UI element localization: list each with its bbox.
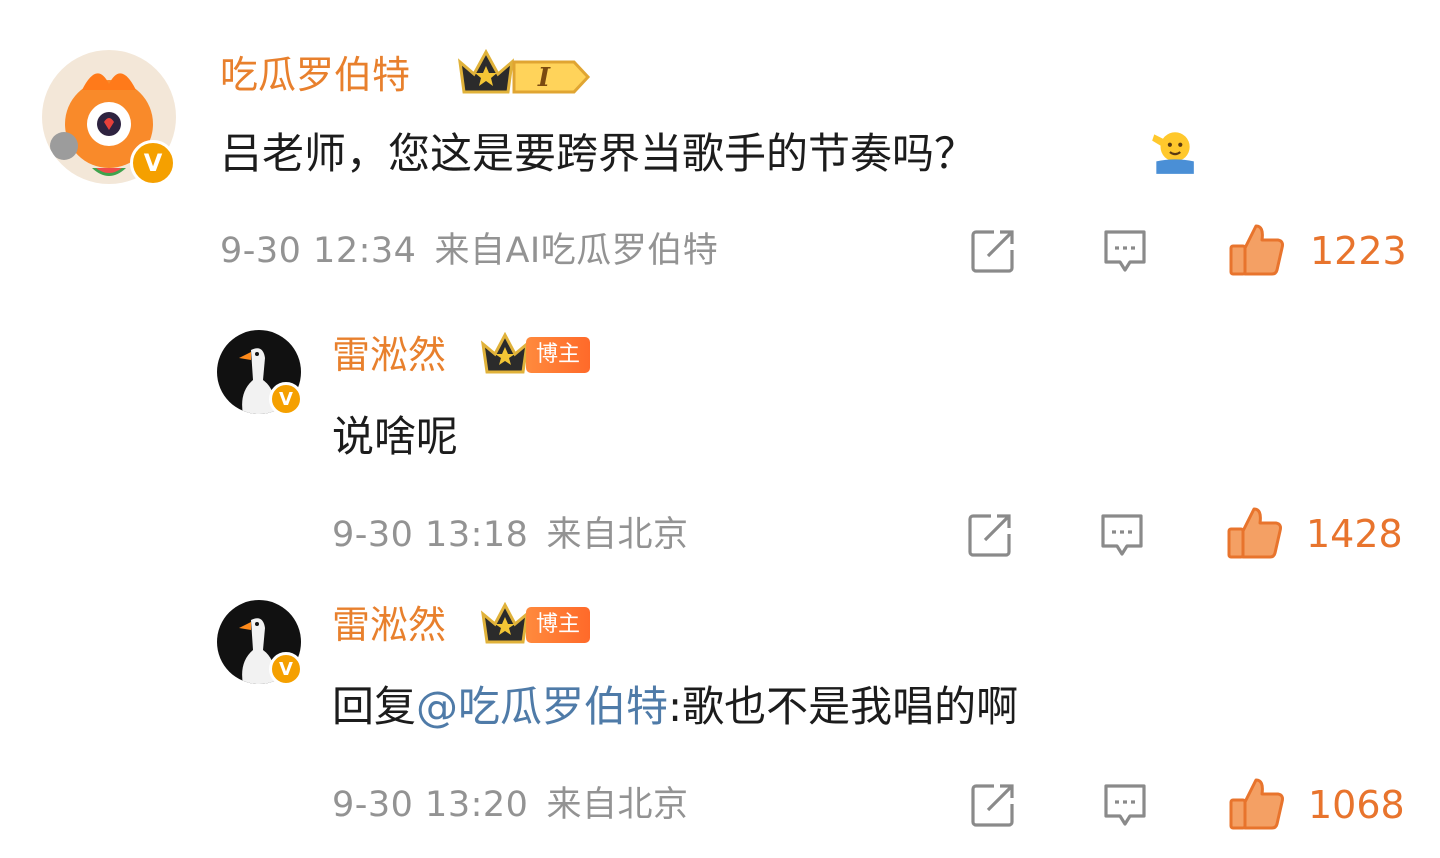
mention-link[interactable]: @吃瓜罗伯特 <box>416 682 668 731</box>
comment-icon[interactable] <box>1100 780 1150 830</box>
avatar[interactable]: V <box>217 330 303 416</box>
avatar[interactable]: V <box>42 50 176 186</box>
crown-level-badge-icon: I <box>457 48 591 94</box>
comment-item: V 吃瓜罗伯特 I 吕老师，您这是要跨界当歌手的节奏吗？ 9-30 12:34 来… <box>0 0 1440 300</box>
level-label: I <box>537 63 551 93</box>
source-label: 来自北京 <box>546 785 689 825</box>
comment-icon[interactable] <box>1100 226 1150 276</box>
comment-meta: 9-30 13:18 来自北京 <box>332 513 688 557</box>
comment-icon[interactable] <box>1097 510 1147 560</box>
share-icon[interactable] <box>965 510 1015 560</box>
comment-meta: 9-30 13:20 来自北京 <box>332 783 688 827</box>
like-count: 1428 <box>1306 512 1403 556</box>
comment-text: 说啥呢 <box>332 412 459 461</box>
reply-item: V 雷淞然 博主 说啥呢 9-30 13:18 来自北京 1428 <box>0 300 1440 580</box>
reply-item: V 雷淞然 博主 回复@吃瓜罗伯特:歌也不是我唱的啊 9-30 13:20 来自北… <box>0 580 1440 858</box>
salute-emoji-icon <box>1152 132 1194 174</box>
timestamp: 9-30 13:20 <box>332 785 529 825</box>
timestamp: 9-30 13:18 <box>332 515 529 555</box>
verified-badge-icon: V <box>269 652 303 686</box>
blogger-badge: 博主 <box>526 337 590 373</box>
reply-text: :歌也不是我唱的啊 <box>668 682 1019 731</box>
like-count: 1068 <box>1308 783 1405 827</box>
blogger-badge: 博主 <box>526 607 590 643</box>
comment-text-content: 吕老师，您这是要跨界当歌手的节奏吗？ <box>220 129 977 178</box>
username[interactable]: 雷淞然 <box>332 602 446 648</box>
like-icon[interactable] <box>1226 505 1284 561</box>
like-icon[interactable] <box>1228 222 1286 278</box>
crown-icon <box>480 602 530 644</box>
avatar[interactable]: V <box>217 600 303 686</box>
verified-badge-icon: V <box>269 382 303 416</box>
like-count: 1223 <box>1310 229 1407 273</box>
share-icon[interactable] <box>968 780 1018 830</box>
share-icon[interactable] <box>968 226 1018 276</box>
verified-badge-icon: V <box>130 140 176 186</box>
username[interactable]: 吃瓜罗伯特 <box>220 52 410 98</box>
like-icon[interactable] <box>1228 776 1286 832</box>
source-label: 来自北京 <box>546 515 689 555</box>
crown-icon <box>480 332 530 374</box>
source-label: 来自AI吃瓜罗伯特 <box>434 231 719 271</box>
username[interactable]: 雷淞然 <box>332 332 446 378</box>
reply-prefix: 回复 <box>332 682 417 731</box>
comment-text: 回复@吃瓜罗伯特:歌也不是我唱的啊 <box>332 680 1018 734</box>
timestamp: 9-30 12:34 <box>220 231 417 271</box>
comment-text: 吕老师，您这是要跨界当歌手的节奏吗？ <box>220 127 976 181</box>
comment-meta: 9-30 12:34 来自AI吃瓜罗伯特 <box>220 229 718 273</box>
